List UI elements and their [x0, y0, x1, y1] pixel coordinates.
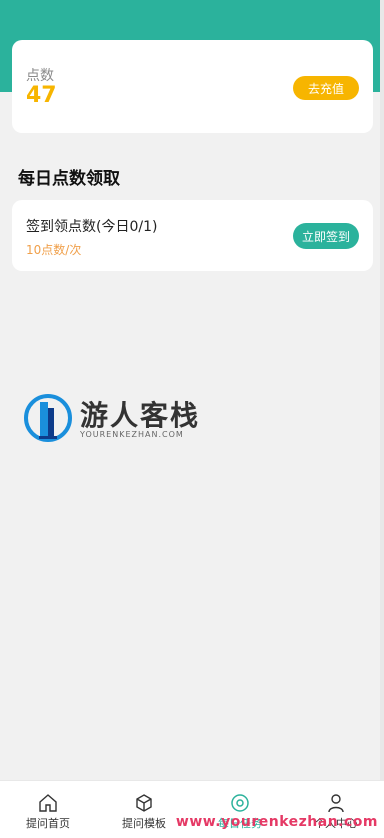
checkin-button[interactable]: 立即签到: [293, 223, 359, 249]
tab-label: 提问首页: [26, 817, 70, 830]
task-reward: 10点数/次: [26, 243, 82, 257]
home-icon: [39, 794, 57, 812]
checkin-task-card: 签到领点数(今日0/1) 10点数/次 立即签到: [12, 200, 373, 271]
target-icon: [231, 794, 249, 812]
watermark-title: 游人客栈: [80, 399, 201, 432]
points-value: 47: [26, 83, 57, 108]
scrollbar-track: [380, 0, 384, 780]
points-card: 点数 47 去充值: [12, 40, 373, 133]
watermark-url: www.yourenkezhan.com: [175, 814, 378, 830]
cube-icon: [136, 794, 152, 812]
watermark-subtitle: YOURENKEZHAN.COM: [80, 430, 184, 439]
recharge-button[interactable]: 去充值: [293, 76, 359, 100]
section-title: 每日点数领取: [18, 169, 120, 189]
tab-home[interactable]: 提问首页: [0, 781, 96, 838]
points-label: 点数: [26, 68, 54, 84]
user-icon: [328, 794, 344, 813]
task-title: 签到领点数(今日0/1): [26, 219, 158, 235]
